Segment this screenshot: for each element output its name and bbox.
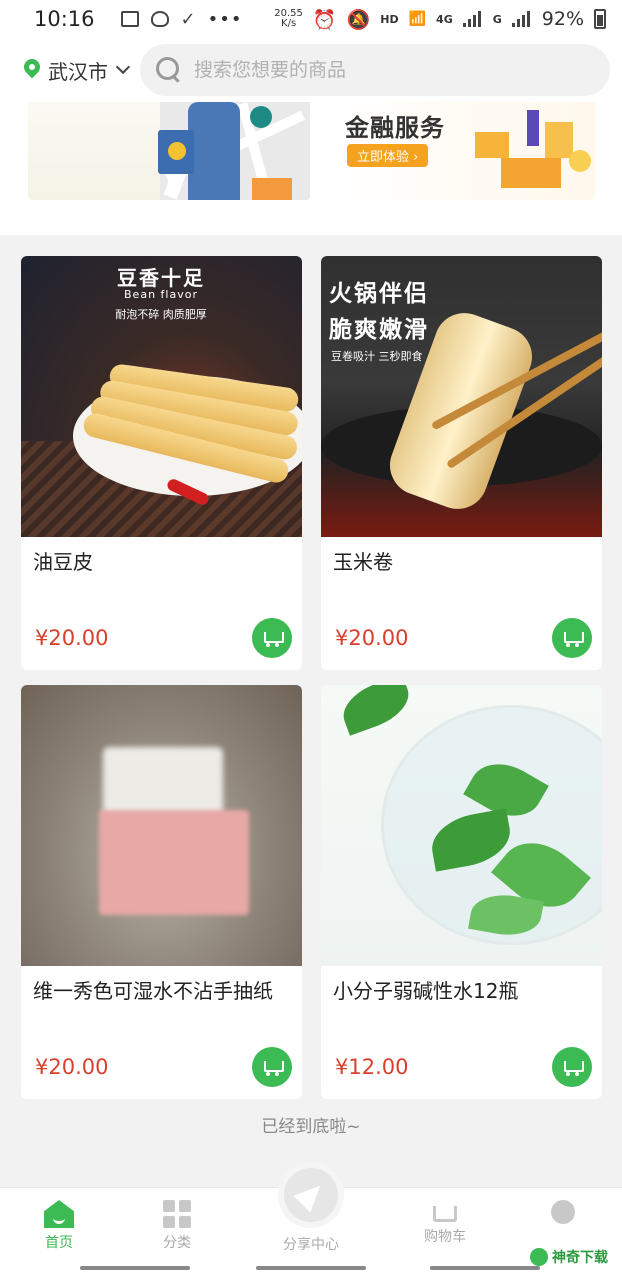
nav-cart[interactable]: 购物车: [400, 1200, 490, 1246]
wifi-icon: 📶: [408, 11, 427, 27]
add-to-cart-button[interactable]: [252, 1047, 292, 1087]
gallery-icon: [120, 11, 139, 27]
download-done-icon: ✓: [180, 8, 196, 30]
signal-icon-2: [511, 11, 532, 27]
globe-icon: [168, 142, 186, 160]
banner-finance-button[interactable]: 立即体验 ›: [347, 144, 429, 167]
status-bar: 10:16 ✓ ••• 20.55 K/s ⏰ 🔕 HD 📶 4G G 92%: [0, 0, 622, 38]
alarm-icon: ⏰: [312, 8, 337, 31]
product-price: ¥20.00: [35, 1055, 109, 1079]
product-price: ¥20.00: [35, 626, 109, 650]
category-grid-icon: [162, 1200, 192, 1228]
nav-category[interactable]: 分类: [132, 1200, 222, 1252]
share-center-button[interactable]: [278, 1162, 344, 1228]
nav-cart-label: 购物车: [424, 1229, 466, 1245]
watermark-icon: [530, 1248, 548, 1266]
city-selector[interactable]: 武汉市: [22, 56, 140, 85]
more-notifications-icon: •••: [207, 8, 243, 30]
product-image[interactable]: 火锅伴侣 脆爽嫩滑 豆卷吸汁 三秒即食: [321, 256, 602, 537]
search-icon: [156, 57, 182, 83]
image-caption-title: 豆香十足: [117, 266, 205, 290]
paper-plane-icon: [293, 1177, 329, 1213]
gesture-bar-right: [430, 1266, 540, 1270]
cart-icon: [262, 630, 284, 647]
mute-icon: 🔕: [346, 8, 371, 31]
product-name[interactable]: 小分子弱碱性水12瓶: [333, 975, 595, 1004]
product-card[interactable]: 小分子弱碱性水12瓶 ¥12.00: [321, 685, 602, 1099]
image-caption-tags: 豆卷吸汁 三秒即食: [331, 350, 423, 363]
nav-share-label[interactable]: 分享中心: [266, 1234, 356, 1254]
product-image[interactable]: 豆香十足 Bean flavor 耐泡不碎 肉质肥厚: [21, 256, 302, 537]
banner-area: 金融服务 立即体验 ›: [0, 102, 622, 235]
finance-illustration: [465, 102, 595, 200]
cart-icon: [262, 1059, 284, 1076]
banner-travel[interactable]: [28, 102, 310, 200]
image-caption-subtitle: Bean flavor: [124, 288, 198, 301]
signal-icon: [462, 11, 483, 27]
gesture-bar-left: [80, 1266, 190, 1270]
network-4g-label: 4G: [436, 12, 453, 26]
battery-icon: [594, 9, 606, 29]
banner-finance-title: 金融服务: [345, 114, 445, 142]
gesture-bar-center[interactable]: [256, 1266, 366, 1270]
shopping-cart-icon: [433, 1206, 457, 1222]
image-caption-title: 火锅伴侣: [329, 281, 429, 307]
image-caption-tags: 耐泡不碎 肉质肥厚: [115, 308, 207, 321]
nav-mine[interactable]: [518, 1200, 608, 1228]
add-to-cart-button[interactable]: [552, 618, 592, 658]
network-g-label: G: [492, 12, 502, 26]
search-bar[interactable]: [140, 44, 610, 96]
image-caption-title-2: 脆爽嫩滑: [329, 317, 429, 343]
search-input[interactable]: [194, 59, 554, 81]
user-icon: [551, 1200, 575, 1224]
location-pin-icon: [22, 59, 42, 81]
add-to-cart-button[interactable]: [552, 1047, 592, 1087]
status-time: 10:16: [34, 7, 95, 31]
end-of-list-tip: 已经到底啦~: [261, 1117, 361, 1137]
product-name[interactable]: 油豆皮: [33, 546, 295, 575]
chevron-down-icon: [115, 59, 131, 75]
product-card[interactable]: 维一秀色可湿水不沾手抽纸 ¥20.00: [21, 685, 302, 1099]
product-price: ¥12.00: [335, 1055, 409, 1079]
nav-home[interactable]: 首页: [14, 1200, 104, 1252]
product-price: ¥20.00: [335, 626, 409, 650]
hd-badge: HD: [380, 12, 399, 26]
nav-category-label: 分类: [163, 1235, 191, 1251]
banner-person-illustration: [188, 102, 240, 200]
product-image[interactable]: [321, 685, 602, 966]
product-name[interactable]: 玉米卷: [333, 546, 595, 575]
city-name: 武汉市: [48, 59, 108, 84]
battery-percent: 92%: [541, 8, 584, 30]
watermark-logo: 神奇下载: [530, 1247, 608, 1267]
product-card[interactable]: 火锅伴侣 脆爽嫩滑 豆卷吸汁 三秒即食 玉米卷 ¥20.00: [321, 256, 602, 670]
product-name[interactable]: 维一秀色可湿水不沾手抽纸: [33, 975, 295, 1004]
cart-icon: [562, 630, 584, 647]
net-speed: 20.55 K/s: [274, 8, 303, 29]
product-image[interactable]: [21, 685, 302, 966]
home-icon: [44, 1200, 74, 1228]
shield-icon: [150, 11, 169, 27]
top-header: 武汉市: [0, 38, 622, 102]
product-card[interactable]: 豆香十足 Bean flavor 耐泡不碎 肉质肥厚 油豆皮 ¥20.00: [21, 256, 302, 670]
cart-icon: [562, 1059, 584, 1076]
add-to-cart-button[interactable]: [252, 618, 292, 658]
banner-finance[interactable]: 金融服务 立即体验 ›: [327, 102, 595, 200]
nav-home-label: 首页: [45, 1235, 73, 1251]
